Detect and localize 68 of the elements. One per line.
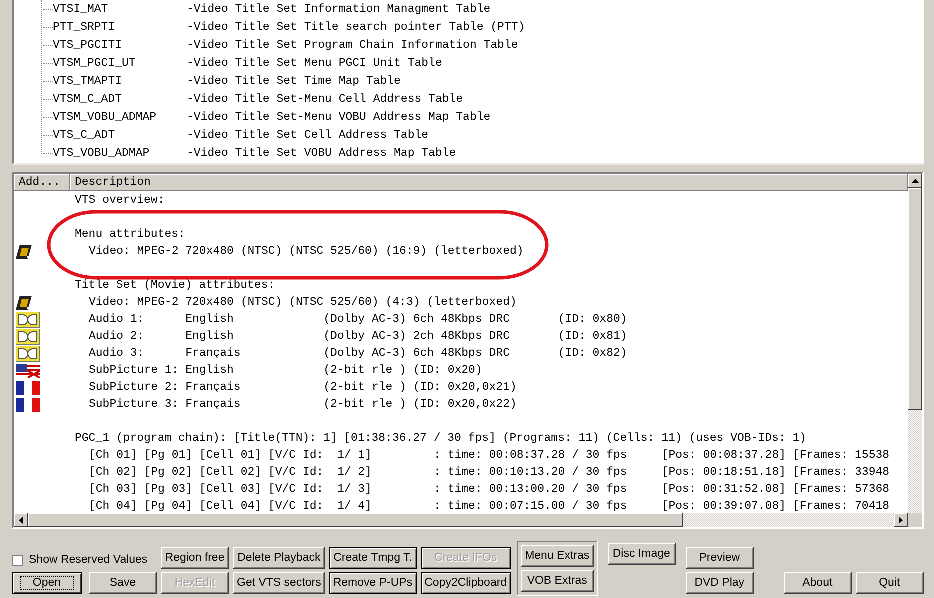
tree-item[interactable]: VTSI_MAT — [53, 2, 187, 16]
detail-line: [Ch 01] [Pg 01] [Cell 01] [V/C Id: 1/ 1] : time: 00:08:37.28 / 30 fps [Pos: 00:08:37.28] [Frames: 15538 — [88, 449, 890, 462]
flag-icon — [16, 398, 40, 412]
horizontal-scrollbar[interactable] — [14, 513, 908, 527]
tree-item[interactable]: VTS_PGCITI — [53, 38, 187, 52]
detail-line: VTS overview: — [75, 194, 165, 207]
toolbar-button[interactable]: Create Tmpg T. — [329, 547, 417, 569]
detail-line: [Ch 04] [Pg 04] [Cell 04] [V/C Id: 1/ 4] : time: 00:07:15.00 / 30 fps [Pos: 00:39:07.08] [Frames: 70418 — [88, 500, 890, 513]
tree-item-description: -Video Title Set-Menu Cell Address Table — [187, 92, 464, 106]
tree-item-description: -Video Title Set Program Chain Information Table — [187, 38, 518, 52]
toolbar-button[interactable]: Open — [12, 572, 82, 594]
dolby-icon — [16, 312, 40, 328]
toolbar-button[interactable]: Get VTS sectors — [233, 572, 326, 594]
detail-line: Audio 2: English (Dolby AC-3) 2ch 48Kbps DRC (ID: 0x81) — [88, 330, 628, 343]
tree-item-description: -Video Title Set Cell Address Table — [187, 128, 429, 142]
toolbar-button[interactable]: About — [784, 572, 852, 594]
detail-line: Menu attributes: — [75, 228, 186, 241]
tree-item[interactable]: VTS_TMAPTI — [53, 74, 187, 88]
scrollbar-thumb[interactable] — [28, 513, 683, 527]
tree-item[interactable]: VTSM_C_ADT — [53, 92, 187, 106]
detail-line: SubPicture 2: Français (2-bit rle ) (ID: 0x20,0x21) — [88, 381, 517, 394]
film-icon — [16, 296, 32, 310]
vertical-scrollbar[interactable] — [908, 174, 922, 513]
detail-line: Title Set (Movie) attributes: — [75, 279, 276, 292]
detail-line: [Ch 03] [Pg 03] [Cell 03] [V/C Id: 1/ 3] : time: 00:13:00.20 / 30 fps [Pos: 00:31:52.08] [Frames: 57368 — [88, 483, 890, 496]
toolbar-button[interactable]: Preview — [686, 547, 754, 569]
tree-item[interactable]: VTSM_VOBU_ADMAP — [53, 110, 187, 124]
toolbar-button[interactable]: Remove P-UPs — [329, 572, 417, 594]
toolbar-button[interactable]: Delete Playback — [233, 547, 326, 569]
toolbar-button[interactable]: Copy2Clipboard — [420, 572, 512, 594]
tree-item[interactable]: VTS_C_ADT — [53, 128, 187, 142]
detail-line: [Ch 02] [Pg 02] [Cell 02] [V/C Id: 1/ 2] : time: 00:10:13.20 / 30 fps [Pos: 00:18:51.18] [Frames: 33948 — [88, 466, 890, 479]
tree-item-description: -Video Title Set Menu PGCI Unit Table — [187, 56, 442, 70]
toolbar-button[interactable]: DVD Play — [686, 572, 754, 594]
scroll-up-icon[interactable] — [912, 179, 918, 183]
detail-line: Video: MPEG-2 720x480 (NTSC) (NTSC 525/60) (16:9) (letterboxed) — [88, 245, 524, 258]
column-header[interactable]: Description — [70, 174, 908, 191]
detail-line: SubPicture 3: Français (2-bit rle ) (ID: 0x20,0x22) — [88, 398, 517, 411]
dolby-icon — [16, 328, 40, 344]
scrollbar-corner — [908, 513, 922, 527]
tree-item[interactable]: PTT_SRPTI — [53, 20, 187, 34]
show-reserved-checkbox[interactable]: Show Reserved Values — [12, 551, 157, 569]
tree-item-description: -Video Title Set Information Managment Table — [187, 2, 491, 16]
flag-icon — [16, 364, 40, 378]
detail-line: Audio 3: Français (Dolby AC-3) 6ch 48Kbps DRC (ID: 0x82) — [88, 347, 628, 360]
toolbar-button[interactable]: VOB Extras — [521, 570, 594, 592]
toolbar-button[interactable]: Disc Image — [608, 543, 676, 565]
detail-line: Audio 1: English (Dolby AC-3) 6ch 48Kbps DRC (ID: 0x80) — [88, 313, 628, 326]
tree-item-description: -Video Title Set-Menu VOBU Address Map Table — [187, 110, 491, 124]
detail-line: Video: MPEG-2 720x480 (NTSC) (NTSC 525/60) (4:3) (letterboxed) — [88, 296, 517, 309]
detail-line: PGC_1 (program chain): [Title(TTN): 1] [01:38:36.27 / 30 fps] (Programs: 11) (Cells: 11) (uses VOB-IDs: 1) — [75, 432, 807, 445]
toolbar-button[interactable]: Save — [89, 572, 157, 594]
film-icon — [16, 244, 32, 258]
flag-icon — [16, 380, 40, 394]
scroll-right-icon[interactable] — [899, 516, 903, 524]
tree-item-description: -Video Title Set VOBU Address Map Table — [187, 146, 456, 160]
tree-item-description: -Video Title Set Time Map Table — [187, 74, 401, 88]
scroll-left-icon[interactable] — [19, 516, 23, 524]
column-header[interactable]: Add... — [14, 174, 70, 191]
toolbar-button[interactable]: Quit — [856, 572, 924, 594]
dolby-icon — [16, 346, 40, 362]
tree-item[interactable]: VTS_VOBU_ADMAP — [53, 146, 187, 160]
scrollbar-thumb[interactable] — [908, 188, 922, 410]
detail-line: SubPicture 1: English (2-bit rle ) (ID: 0x20) — [88, 364, 482, 377]
toolbar-button[interactable]: Menu Extras — [521, 545, 594, 567]
toolbar-button[interactable]: Region free — [161, 547, 229, 569]
tree-item-description: -Video Title Set Title search pointer Table (PTT) — [187, 20, 526, 34]
tree-item[interactable]: VTSM_PGCI_UT — [53, 56, 187, 70]
